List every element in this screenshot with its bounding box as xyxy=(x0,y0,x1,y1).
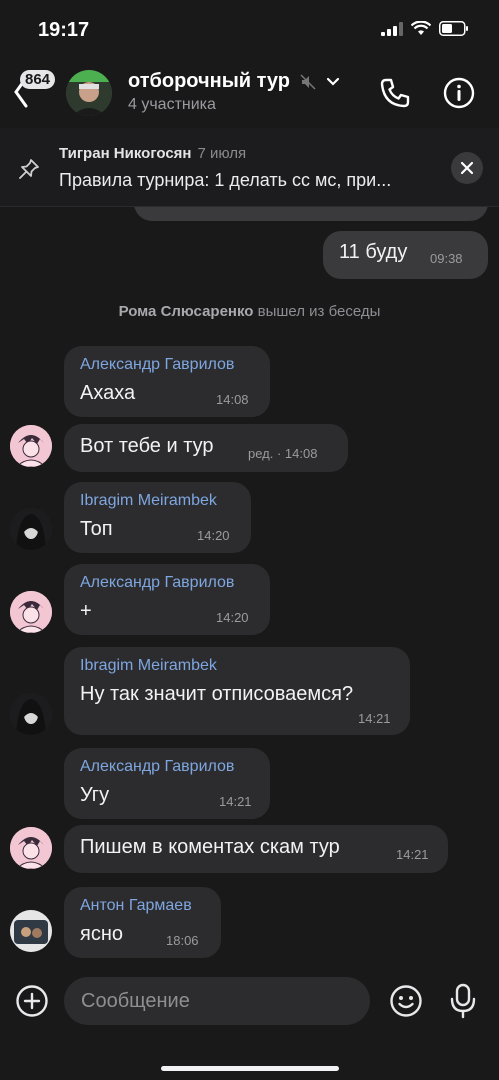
call-button[interactable] xyxy=(378,76,412,115)
avatar[interactable] xyxy=(10,693,52,735)
avatar-image xyxy=(10,591,52,633)
pinned-author-name: Тигран Никогосян xyxy=(59,145,192,162)
attach-button[interactable] xyxy=(15,984,49,1023)
avatar-image xyxy=(10,910,52,952)
system-message: Рома Слюсаренко вышел из беседы xyxy=(0,303,499,320)
plus-circle-icon xyxy=(16,985,48,1017)
message-input-placeholder: Сообщение xyxy=(81,990,190,1012)
wifi-icon xyxy=(411,21,431,35)
phone-icon xyxy=(380,78,410,108)
message-time: 09:38 xyxy=(430,251,463,266)
close-icon xyxy=(460,161,474,175)
message-text: Топ xyxy=(80,518,113,540)
chat-header: 864 отборочный тур 4 участника xyxy=(0,56,499,129)
sender-name[interactable]: Антон Гармаев xyxy=(80,897,192,915)
microphone-icon xyxy=(450,983,476,1019)
chat-title: отборочный тур xyxy=(128,70,291,92)
home-indicator xyxy=(161,1066,339,1071)
avatar-image xyxy=(10,693,52,735)
message-bubble[interactable]: Вот тебе и тур ред. · 14:08 xyxy=(64,424,348,472)
pinned-author: Тигран Никогосян 7 июля xyxy=(59,145,246,162)
message-bubble[interactable]: Антон Гармаев ясно 18:06 xyxy=(64,887,221,958)
sender-name[interactable]: Ibragim Meirambek xyxy=(80,492,217,510)
avatar-image xyxy=(10,425,52,467)
avatar[interactable] xyxy=(10,591,52,633)
message-bubble[interactable]: Ibragim Meirambek Ну так значит отписова… xyxy=(64,647,410,735)
message-text: Угу xyxy=(80,784,110,806)
message-time: ред. · 14:08 xyxy=(248,446,318,461)
back-button[interactable]: 864 xyxy=(12,68,62,112)
status-bar: 19:17 xyxy=(0,0,499,56)
message-input[interactable]: Сообщение xyxy=(64,977,370,1025)
emoji-button[interactable] xyxy=(389,984,423,1023)
avatar-image xyxy=(10,508,52,550)
message-time: 14:20 xyxy=(216,610,249,625)
pin-icon xyxy=(19,159,39,179)
message-time: 18:06 xyxy=(166,933,199,948)
message-bubble[interactable]: Александр Гаврилов Угу 14:21 xyxy=(64,748,270,819)
message-bubble-outgoing[interactable]: 11 буду 09:38 xyxy=(323,231,488,279)
message-text: + xyxy=(80,600,92,622)
message-bubble-clipped[interactable] xyxy=(134,207,488,221)
message-text: Вот тебе и тур xyxy=(80,435,214,457)
status-icons xyxy=(381,21,469,36)
message-text: Ахаха xyxy=(80,382,136,404)
message-text: 11 буду xyxy=(339,241,408,263)
pinned-date: 7 июля xyxy=(197,145,247,162)
battery-icon xyxy=(439,21,468,36)
message-text: ясно xyxy=(80,923,123,945)
voice-message-button[interactable] xyxy=(448,982,478,1025)
members-count: 4 участника xyxy=(128,96,216,113)
pinned-message[interactable]: Тигран Никогосян 7 июля Правила турнира: … xyxy=(0,128,499,207)
chat-avatar-image xyxy=(66,70,112,116)
sender-name[interactable]: Александр Гаврилов xyxy=(80,356,234,374)
system-user: Рома Слюсаренко xyxy=(118,303,254,320)
message-text: Пишем в коментах скам тур xyxy=(80,836,340,858)
message-time: 14:21 xyxy=(219,794,252,809)
status-time: 19:17 xyxy=(38,19,90,41)
system-text: вышел из беседы xyxy=(257,303,381,320)
avatar[interactable] xyxy=(10,910,52,952)
avatar[interactable] xyxy=(10,508,52,550)
message-time: 14:21 xyxy=(396,847,429,862)
message-bubble[interactable]: Пишем в коментах скам тур 14:21 xyxy=(64,825,448,873)
chevron-down-icon xyxy=(326,77,340,86)
sender-name[interactable]: Александр Гаврилов xyxy=(80,574,234,592)
avatar-image xyxy=(10,827,52,869)
unread-badge: 864 xyxy=(20,70,56,89)
info-icon xyxy=(443,77,475,109)
info-button[interactable] xyxy=(442,76,476,115)
avatar[interactable] xyxy=(10,827,52,869)
avatar[interactable] xyxy=(10,425,52,467)
smile-icon xyxy=(390,985,422,1017)
message-bubble[interactable]: Александр Гаврилов Ахаха 14:08 xyxy=(64,346,270,417)
sender-name[interactable]: Ibragim Meirambek xyxy=(80,657,217,675)
chat-avatar[interactable] xyxy=(66,70,112,116)
unpin-button[interactable] xyxy=(451,152,483,184)
muted-speaker-icon xyxy=(300,73,316,90)
composer-bar: Сообщение xyxy=(0,968,499,1080)
message-list[interactable]: 11 буду 09:38 Рома Слюсаренко вышел из б… xyxy=(0,207,499,967)
message-time: 14:08 xyxy=(216,392,249,407)
sender-name[interactable]: Александр Гаврилов xyxy=(80,758,234,776)
chat-title-row[interactable]: отборочный тур xyxy=(128,70,340,93)
message-time: 14:21 xyxy=(358,711,391,726)
message-text: Ну так значит отписоваемся? xyxy=(80,683,354,705)
pinned-text: Правила турнира: 1 делать сс мс, при... xyxy=(59,170,392,190)
message-bubble[interactable]: Ibragim Meirambek Топ 14:20 xyxy=(64,482,251,553)
signal-icon xyxy=(381,21,403,36)
message-time: 14:20 xyxy=(197,528,230,543)
message-bubble[interactable]: Александр Гаврилов + 14:20 xyxy=(64,564,270,635)
